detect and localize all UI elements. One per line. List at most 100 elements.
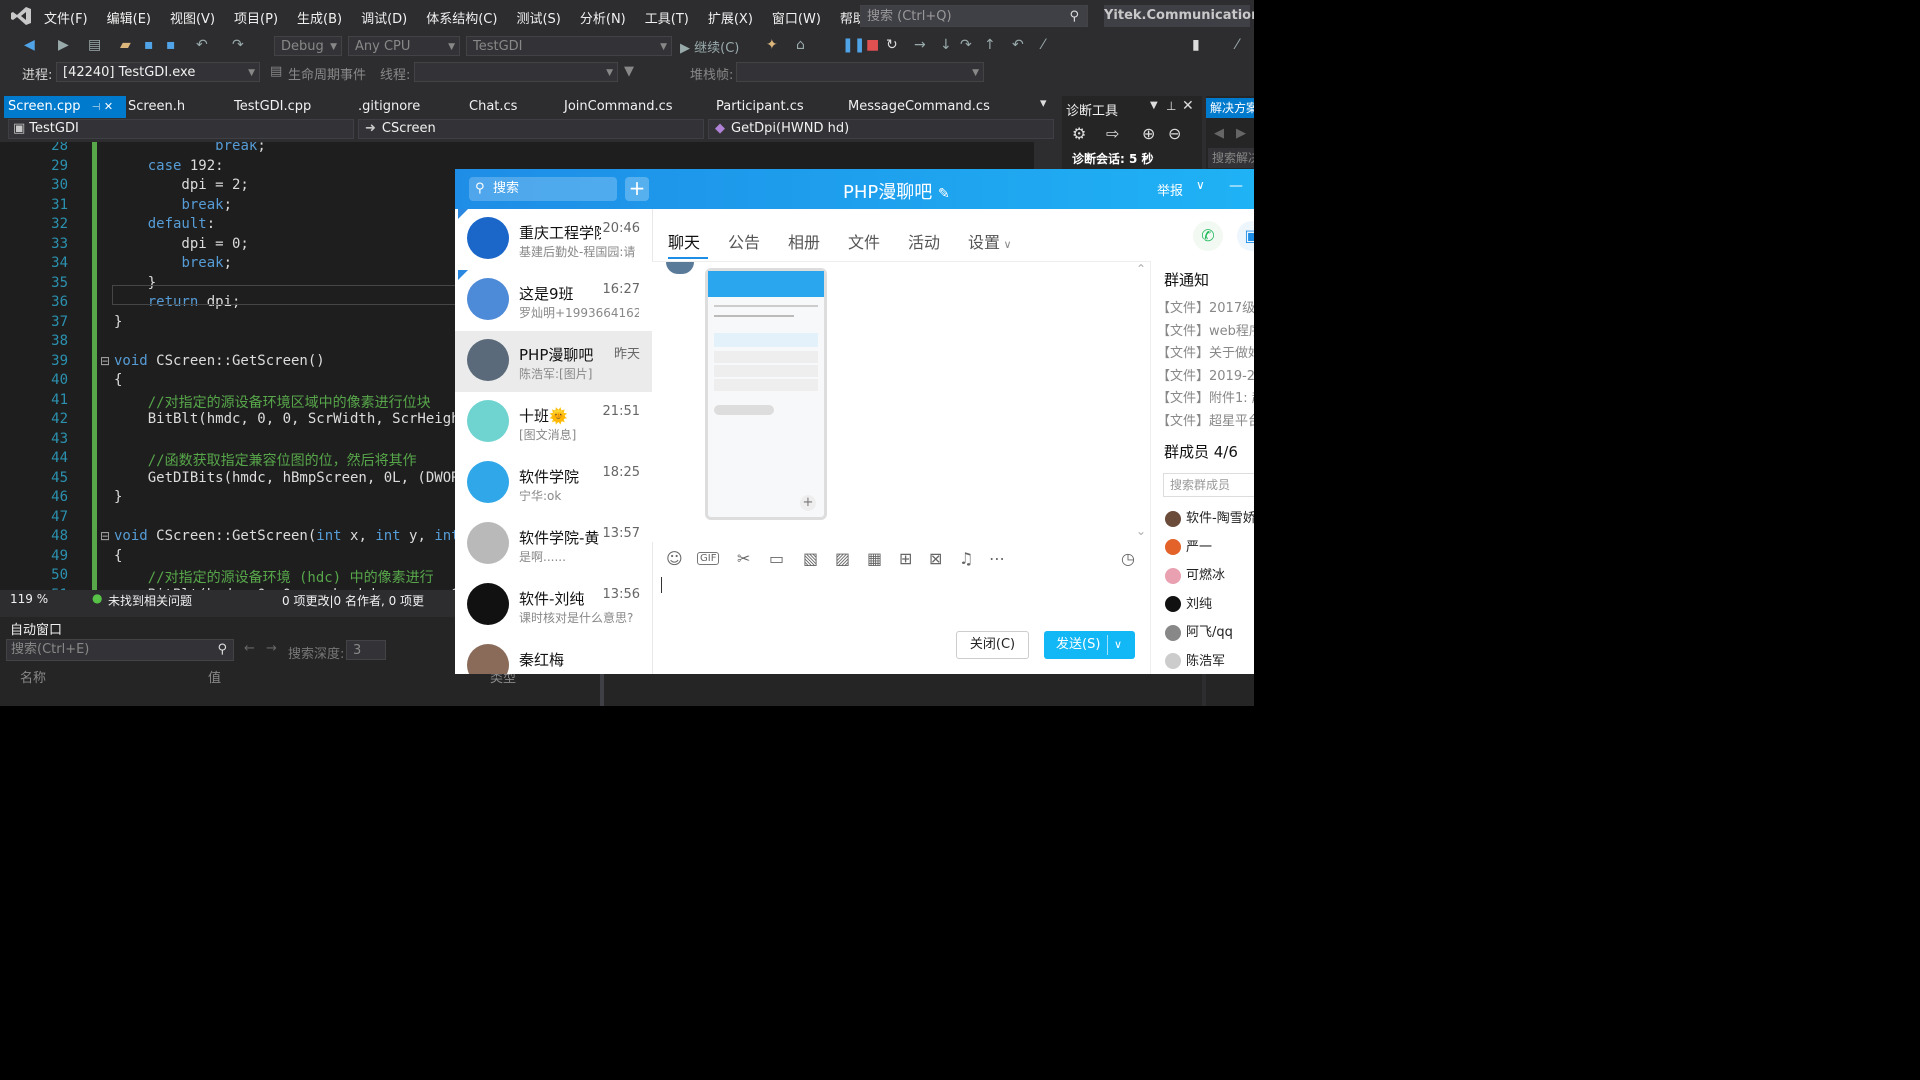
contact-item[interactable]: 这是9班 16:27 罗灿明+1993664162 — [455, 270, 652, 331]
tab-document[interactable]: TestGDI.cpp — [234, 96, 311, 118]
export-icon[interactable]: ⇨ — [1106, 124, 1119, 143]
member-item[interactable]: 软件-陶雪娇 — [1165, 507, 1254, 527]
toolbar-icon[interactable]: ↶ — [1012, 37, 1024, 55]
minimize-icon[interactable]: — — [1229, 178, 1243, 194]
message-icon[interactable]: ▣ — [1237, 221, 1254, 251]
menu-item[interactable]: 工具(T) — [645, 8, 689, 27]
file-notice-item[interactable]: 【文件】2017级分 — [1157, 297, 1254, 316]
undo-icon[interactable]: ↶ — [196, 37, 208, 55]
member-item[interactable]: 刘纯 — [1165, 593, 1212, 613]
column-value[interactable]: 值 — [208, 667, 221, 686]
forward-icon[interactable]: ▶ — [1236, 126, 1246, 141]
bookmark-icon[interactable]: ▮ — [1192, 37, 1200, 55]
gif-icon[interactable]: GIF — [697, 552, 720, 565]
zoom-icon[interactable]: + — [800, 495, 816, 511]
folder-icon[interactable]: ▭ — [769, 549, 784, 568]
step-out-icon[interactable]: ↑ — [984, 37, 996, 55]
thread-dropdown[interactable]: ▼ — [414, 62, 618, 82]
issues-status[interactable]: 未找到相关问题 — [108, 592, 192, 609]
contact-item[interactable]: 秦红梅 — [455, 636, 652, 674]
notice-title[interactable]: 群通知 — [1164, 269, 1209, 290]
contact-item[interactable]: 软件学院-黄 13:57 是啊...... — [455, 514, 652, 575]
filter-icon[interactable]: ▼ — [624, 64, 634, 79]
message-input[interactable] — [653, 573, 1150, 623]
video-icon[interactable]: ▦ — [867, 549, 882, 568]
collapse-icon[interactable]: ⊟ — [100, 354, 110, 368]
member-item[interactable]: 严一 — [1165, 536, 1212, 556]
menu-item[interactable]: 窗口(W) — [772, 8, 821, 27]
chat-tab[interactable]: 聊天 — [668, 229, 708, 259]
tab-document[interactable]: Screen.h — [128, 96, 185, 118]
search-icon[interactable]: ⚲ — [1069, 6, 1079, 28]
menu-item[interactable]: 项目(P) — [234, 8, 278, 27]
process-dropdown[interactable]: [42240] TestGDI.exe ▼ — [56, 62, 260, 82]
redo-icon[interactable]: ↷ — [232, 37, 244, 55]
tab-document[interactable]: .gitignore — [358, 96, 420, 118]
nav-member-dropdown[interactable]: ◆ GetDpi(HWND hd) — [708, 119, 1054, 139]
member-item[interactable]: 陈浩军 — [1165, 650, 1225, 670]
tab-document[interactable]: JoinCommand.cs — [564, 96, 673, 118]
back-icon[interactable]: ◀ — [24, 37, 35, 55]
forward-icon[interactable]: ▶ — [58, 37, 69, 55]
file-notice-item[interactable]: 【文件】关于做好 — [1157, 342, 1254, 361]
restart-icon[interactable]: ↻ — [886, 37, 898, 55]
git-changes-status[interactable]: 0 项更改|0 名作者, 0 项更 — [282, 592, 424, 609]
menu-item[interactable]: 扩展(X) — [708, 8, 753, 27]
chat-tab[interactable]: 公告 — [728, 229, 760, 253]
settings-icon[interactable]: ⚙ — [1072, 124, 1086, 143]
solution-config-dropdown[interactable]: Debug ▼ — [274, 36, 342, 56]
toolbar-icon[interactable]: ⁄ — [1236, 37, 1238, 55]
tab-document[interactable]: Participant.cs — [716, 96, 804, 118]
tab-list-dropdown-icon[interactable]: ▾ — [1040, 96, 1047, 111]
member-item[interactable]: 阿飞/qq — [1165, 621, 1233, 641]
nav-class-dropdown[interactable]: ➜ CScreen — [358, 119, 704, 139]
screen-share-icon[interactable]: ▧ — [803, 549, 818, 568]
file-notice-item[interactable]: 【文件】附件1: 超 — [1157, 387, 1254, 406]
tab-document[interactable]: MessageCommand.cs — [848, 96, 990, 118]
stop-icon[interactable]: ■ — [866, 37, 879, 55]
send-options-chevron-icon[interactable]: ∨ — [1114, 631, 1122, 659]
save-icon[interactable]: ▪ — [144, 37, 154, 55]
step-over-icon[interactable]: ↷ — [960, 37, 972, 55]
report-link[interactable]: 举报 — [1157, 180, 1183, 199]
file-notice-item[interactable]: 【文件】web程序 — [1157, 320, 1254, 339]
zoom-in-icon[interactable]: ⊕ — [1142, 124, 1155, 143]
qq-search-input[interactable]: ⚲ 搜索 — [469, 177, 617, 201]
image-icon[interactable]: ▨ — [835, 549, 850, 568]
solution-search[interactable]: 搜索解决 — [1208, 148, 1254, 168]
chevron-down-icon[interactable]: ∨ — [1196, 178, 1205, 192]
expand-icon[interactable]: ⌄ — [1136, 524, 1146, 538]
contact-item[interactable]: 十班🌞 21:51 [图文消息] — [455, 392, 652, 453]
file-notice-item[interactable]: 【文件】超星平台 — [1157, 410, 1254, 429]
menu-item[interactable]: 生成(B) — [297, 8, 342, 27]
message-area[interactable]: + ⌃ ⌄ — [652, 261, 1150, 542]
search-depth-dropdown[interactable]: 3 — [346, 640, 386, 660]
sender-avatar[interactable] — [666, 262, 694, 274]
bell-icon[interactable]: ♫ — [959, 549, 973, 568]
chat-tab[interactable]: 设置 ∨ — [968, 229, 1012, 253]
platform-dropdown[interactable]: Any CPU ▼ — [348, 36, 460, 56]
search-icon[interactable]: ⚲ — [217, 640, 227, 660]
menu-item[interactable]: 测试(S) — [516, 8, 560, 27]
toolbar-icon[interactable]: ⁄ — [1042, 37, 1044, 55]
save-all-icon[interactable]: ▪ — [166, 37, 176, 55]
close-icon[interactable]: ✕ — [1182, 98, 1194, 114]
back-icon[interactable]: ◀ — [1214, 126, 1224, 141]
search-forward-icon[interactable]: → — [266, 641, 277, 656]
contact-item[interactable]: 软件学院 18:25 宁华:ok — [455, 453, 652, 514]
menu-item[interactable]: 编辑(E) — [107, 8, 151, 27]
edit-icon[interactable]: ✎ — [938, 186, 950, 202]
pin-icon[interactable]: ⊣ — [88, 102, 101, 113]
zoom-level[interactable]: 119 % — [10, 592, 48, 606]
group-title[interactable]: PHP漫聊吧 ✎ — [843, 178, 950, 204]
lifecycle-icon[interactable]: ▤ — [270, 64, 282, 79]
stack-frame-dropdown[interactable]: ▼ — [736, 62, 984, 82]
history-icon[interactable]: ◷ — [1121, 549, 1135, 568]
phone-call-icon[interactable]: ✆ — [1193, 221, 1223, 251]
quick-launch-search[interactable]: 搜索 (Ctrl+Q) ⚲ — [860, 5, 1088, 27]
new-project-icon[interactable]: ▤ — [88, 37, 101, 55]
collapse-icon[interactable]: ⊟ — [100, 529, 110, 543]
send-button[interactable]: 发送(S) ∨ — [1044, 631, 1135, 659]
tab-document[interactable]: Screen.cpp ⊣ ✕ — [4, 96, 126, 118]
emoji-icon[interactable]: ☺ — [666, 549, 683, 568]
